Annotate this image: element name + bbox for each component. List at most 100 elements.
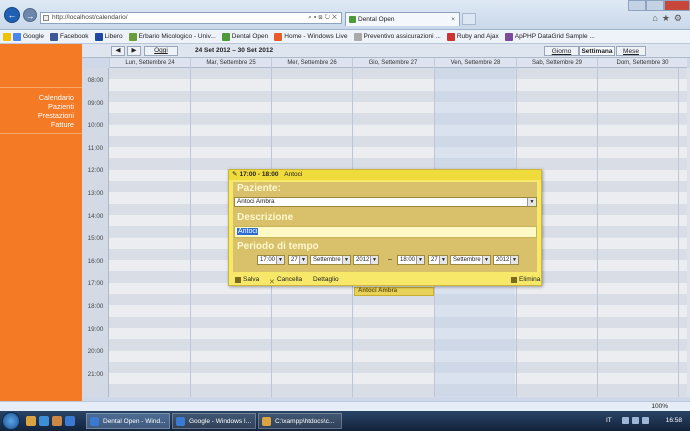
flag-icon[interactable] xyxy=(632,417,639,424)
chevron-down-icon[interactable]: ▼ xyxy=(527,198,536,206)
time-slot[interactable] xyxy=(109,113,687,125)
favorite-item[interactable]: Libero xyxy=(94,32,123,41)
chevron-down-icon: ▼ xyxy=(299,256,307,264)
favorite-item[interactable]: Home - Windows Live xyxy=(274,32,348,41)
gear-icon[interactable]: ⚙ xyxy=(674,13,686,23)
zoom-level[interactable]: 100% xyxy=(651,403,668,410)
favorite-item[interactable]: ApPHP DataGrid Sample ... xyxy=(504,32,595,41)
favorite-item[interactable]: Ruby and Ajax xyxy=(446,32,499,41)
descrizione-input[interactable]: Antoci xyxy=(234,226,537,238)
explorer-icon[interactable] xyxy=(26,416,36,426)
time-slot[interactable] xyxy=(109,68,687,80)
select-value: 27 xyxy=(291,257,298,263)
hour-label: 15:00 xyxy=(87,235,104,243)
favorite-item[interactable]: Dental Open xyxy=(221,32,269,41)
favorite-item[interactable]: Erbario Micologico - Univ... xyxy=(128,32,216,41)
time-slot[interactable] xyxy=(109,101,687,114)
browser-status-bar: 100% xyxy=(0,401,690,411)
time-slot[interactable] xyxy=(109,316,687,328)
time-slot[interactable] xyxy=(109,158,687,170)
address-bar[interactable]: http://localhost/calendario/ ⌕▾⊠↻✕ xyxy=(40,12,342,24)
select-value: 2012 xyxy=(356,257,370,263)
page-icon xyxy=(221,32,230,41)
chevron-down-icon: ▼ xyxy=(370,256,378,264)
network-icon[interactable] xyxy=(622,417,629,424)
favorite-label: Dental Open xyxy=(231,33,269,40)
start-button[interactable] xyxy=(2,412,20,430)
next-week-button[interactable]: ▶ xyxy=(127,46,141,56)
google-icon xyxy=(13,32,21,41)
end-time-select[interactable]: 18:00 ▼ xyxy=(397,255,425,265)
windows-live-icon xyxy=(274,32,283,41)
prev-week-button[interactable]: ◀ xyxy=(111,46,125,56)
time-slot[interactable] xyxy=(109,327,687,340)
search-refresh-icons[interactable]: ⌕▾⊠↻✕ xyxy=(308,13,339,23)
favorite-item[interactable]: Preventivo assicurazioni ... xyxy=(353,32,441,41)
time-slot[interactable] xyxy=(109,124,687,136)
delete-button[interactable]: Elimina xyxy=(511,274,540,286)
cancel-button[interactable]: ✕ Cancella xyxy=(269,274,302,286)
time-slot[interactable] xyxy=(109,147,687,159)
time-slot[interactable] xyxy=(109,361,687,374)
start-time-select[interactable]: 17:00 ▼ xyxy=(257,255,285,265)
sidebar-item-pazienti[interactable]: Pazienti xyxy=(48,102,74,111)
time-slot[interactable] xyxy=(109,373,687,385)
clock[interactable]: 16:58 xyxy=(666,417,682,424)
taskbar-item-google[interactable]: Google - Windows I... xyxy=(172,413,256,429)
end-day-select[interactable]: 27 ▼ xyxy=(428,255,448,265)
view-month-button[interactable]: Mese xyxy=(616,46,646,56)
home-icon[interactable]: ⌂ xyxy=(652,13,661,23)
time-slot[interactable] xyxy=(109,350,687,362)
sidebar-item-prestazioni[interactable]: Prestazioni xyxy=(38,111,74,120)
select-value: 18:00 xyxy=(400,257,416,263)
sidebar-item-fatture[interactable]: Fatture xyxy=(51,120,74,129)
favorite-label: Libero xyxy=(104,33,123,40)
start-day-select[interactable]: 27 ▼ xyxy=(288,255,308,265)
hour-label: 21:00 xyxy=(87,370,104,378)
time-slot[interactable] xyxy=(109,135,687,148)
browser-tab[interactable]: Dental Open × xyxy=(345,12,460,26)
select-value: 27 xyxy=(431,257,438,263)
taskbar-item-dental-open[interactable]: Dental Open - Wind... xyxy=(86,413,170,429)
end-month-select[interactable]: Settembre ▼ xyxy=(450,255,491,265)
time-slot[interactable] xyxy=(109,339,687,351)
folder-icon[interactable] xyxy=(52,416,62,426)
calendar-event[interactable]: Antoci Ambra xyxy=(354,287,434,296)
taskbar-item-folder[interactable]: C:\xampp\htdocs\c... xyxy=(258,413,342,429)
popup-footer: Salva ✕ Cancella Dettaglio Elimina xyxy=(229,274,541,286)
view-week-button[interactable]: Settimana xyxy=(579,46,615,56)
volume-icon[interactable] xyxy=(642,417,649,424)
task-label: Dental Open - Wind... xyxy=(103,418,166,425)
time-slot[interactable] xyxy=(109,384,687,396)
back-button[interactable]: ← xyxy=(4,7,20,23)
new-tab-button[interactable] xyxy=(462,13,476,25)
favorite-item[interactable]: Facebook xyxy=(49,32,89,41)
time-slot[interactable] xyxy=(109,305,687,317)
minimize-button[interactable] xyxy=(628,0,646,11)
maximize-button[interactable] xyxy=(646,0,664,11)
close-window-button[interactable] xyxy=(664,0,690,11)
media-icon[interactable] xyxy=(39,416,49,426)
today-button[interactable]: Oggi xyxy=(144,46,178,56)
leaf-icon xyxy=(128,32,137,41)
sidebar-item-calendario[interactable]: Calendario xyxy=(39,93,74,102)
paziente-select[interactable]: Antoci Ambra ▼ xyxy=(234,197,537,207)
php-icon xyxy=(504,32,513,41)
forward-button[interactable]: → xyxy=(23,8,37,22)
language-indicator[interactable]: IT xyxy=(606,417,612,424)
star-icon[interactable]: ★ xyxy=(662,13,674,23)
save-button[interactable]: Salva xyxy=(235,274,259,286)
time-slot[interactable] xyxy=(109,79,687,91)
libero-icon xyxy=(94,32,103,41)
hour-label: 10:00 xyxy=(87,122,104,130)
favorite-item[interactable]: Google xyxy=(3,32,44,41)
close-tab-icon[interactable]: × xyxy=(451,13,455,26)
start-year-select[interactable]: 2012 ▼ xyxy=(353,255,379,265)
chevron-down-icon: ▼ xyxy=(482,256,490,264)
ie-icon[interactable] xyxy=(65,416,75,426)
time-slot[interactable] xyxy=(109,90,687,102)
end-year-select[interactable]: 2012 ▼ xyxy=(493,255,519,265)
view-day-button[interactable]: Giorno xyxy=(544,46,579,56)
start-month-select[interactable]: Settembre ▼ xyxy=(310,255,351,265)
detail-button[interactable]: Dettaglio xyxy=(313,274,339,286)
